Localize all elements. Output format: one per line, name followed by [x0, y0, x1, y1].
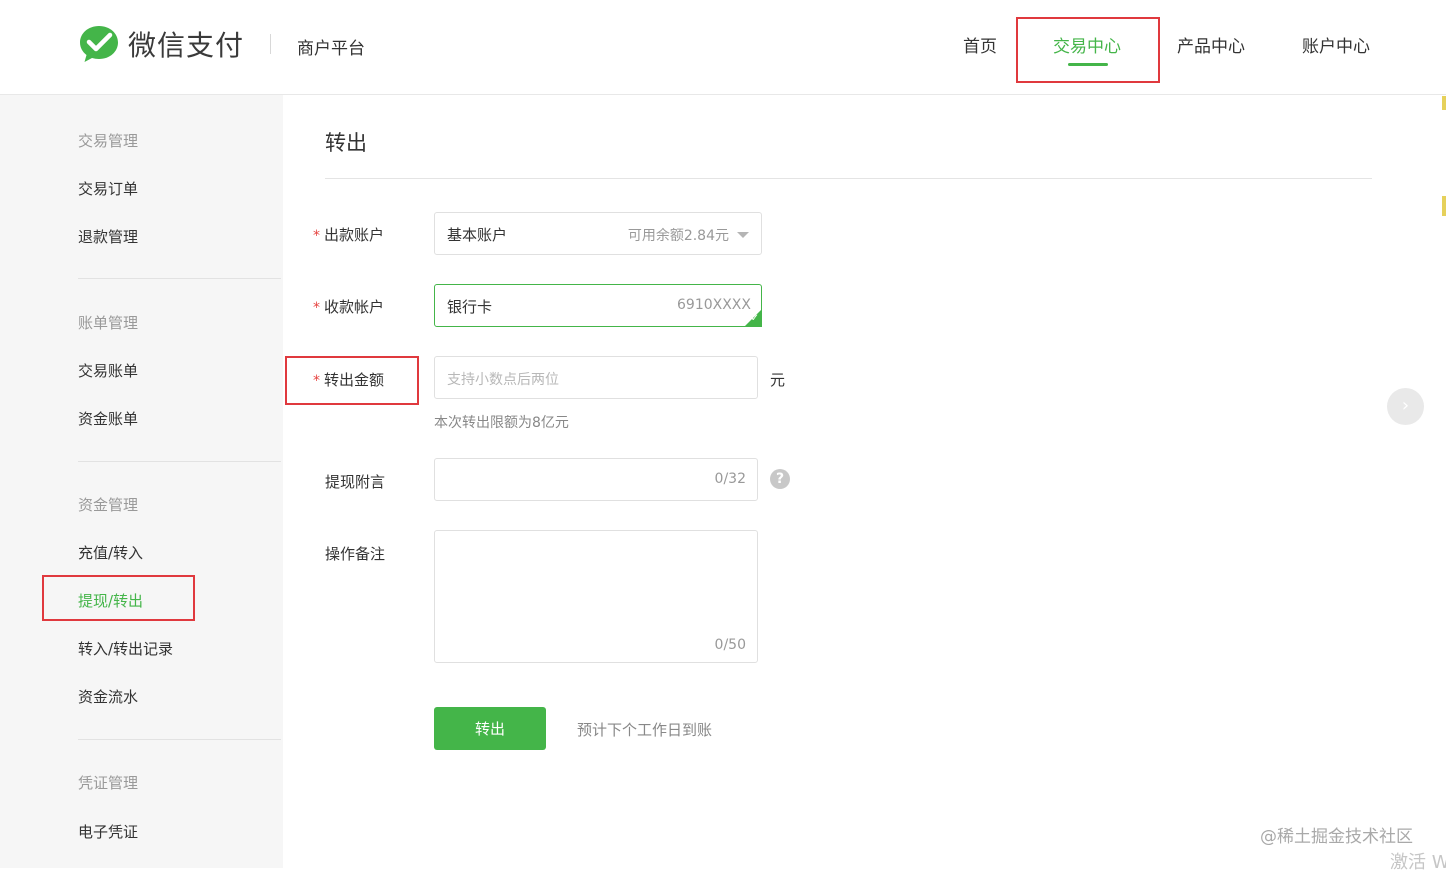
- from-account-label: * 出款账户: [313, 226, 385, 244]
- sidebar-item-trade-bills[interactable]: 交易账单: [78, 360, 138, 381]
- submit-transfer-button[interactable]: 转出: [434, 707, 546, 750]
- sidebar-item-transfer-records[interactable]: 转入/转出记录: [78, 638, 173, 659]
- help-icon[interactable]: ?: [770, 469, 790, 489]
- sidebar-group-funds: 资金管理: [78, 496, 139, 514]
- memo-counter: 0/50: [714, 637, 746, 653]
- activate-windows-text: 激活 W: [1390, 852, 1446, 873]
- remark-counter: 0/32: [714, 471, 746, 487]
- platform-label: 商户平台: [297, 39, 365, 59]
- from-account-value: 基本账户: [447, 226, 508, 244]
- arrival-note: 预计下个工作日到账: [577, 721, 713, 739]
- memo-label: 操作备注: [325, 545, 386, 563]
- memo-textarea[interactable]: 0/50: [434, 530, 758, 663]
- amount-placeholder: 支持小数点后两位: [447, 372, 559, 388]
- nav-product-center[interactable]: 产品中心: [1177, 32, 1245, 57]
- to-account-value: 银行卡: [447, 298, 493, 316]
- edge-marker: [1442, 196, 1446, 216]
- brand-name: 微信支付: [128, 29, 245, 62]
- required-mark: *: [313, 300, 320, 316]
- bank-card-number: 6910XXXX: [677, 297, 751, 313]
- wechat-pay-logo-icon: [80, 26, 118, 62]
- chevron-down-icon: [737, 232, 749, 238]
- check-icon: ✓: [750, 313, 759, 324]
- sidebar: [0, 95, 283, 868]
- sidebar-item-trade-orders[interactable]: 交易订单: [78, 178, 138, 199]
- sidebar-item-recharge[interactable]: 充值/转入: [78, 542, 143, 563]
- sidebar-group-trade: 交易管理: [78, 132, 139, 150]
- amount-unit: 元: [770, 371, 786, 389]
- watermark: @稀土掘金技术社区: [1260, 827, 1413, 847]
- wechat-pay-logo[interactable]: 微信支付: [78, 24, 244, 64]
- nav-account-center[interactable]: 账户中心: [1302, 32, 1370, 57]
- header-divider: [270, 34, 271, 54]
- sidebar-divider: [78, 461, 281, 462]
- sidebar-group-vouchers: 凭证管理: [78, 774, 139, 792]
- sidebar-divider: [78, 739, 281, 740]
- annotation-box-nav: [1016, 17, 1160, 83]
- top-header: 微信支付 商户平台 首页 交易中心 产品中心 账户中心: [0, 0, 1446, 95]
- to-account-select[interactable]: 银行卡 6910XXXX ✓: [434, 284, 762, 327]
- nav-home[interactable]: 首页: [963, 32, 997, 57]
- available-balance: 可用余额2.84元: [627, 228, 729, 244]
- sidebar-item-fund-flow[interactable]: 资金流水: [78, 686, 138, 707]
- required-mark: *: [313, 228, 320, 244]
- annotation-box-amount: [285, 356, 419, 405]
- annotation-box-sidebar: [42, 575, 195, 621]
- from-account-select[interactable]: 基本账户 可用余额2.84元: [434, 212, 762, 255]
- page-title: 转出: [325, 131, 367, 155]
- sidebar-divider: [78, 278, 281, 279]
- edge-marker: [1442, 96, 1446, 110]
- to-account-label: * 收款帐户: [313, 298, 385, 316]
- remark-label: 提现附言: [325, 473, 386, 491]
- remark-input[interactable]: 0/32: [434, 458, 758, 501]
- sidebar-group-bills: 账单管理: [78, 314, 139, 332]
- sidebar-item-e-vouchers[interactable]: 电子凭证: [78, 821, 138, 842]
- amount-limit-note: 本次转出限额为8亿元: [434, 415, 569, 431]
- chevron-right-icon[interactable]: ›: [1387, 388, 1424, 425]
- amount-input[interactable]: 支持小数点后两位: [434, 356, 758, 399]
- sidebar-item-refunds[interactable]: 退款管理: [78, 226, 138, 247]
- sidebar-item-fund-bills[interactable]: 资金账单: [78, 408, 138, 429]
- title-divider: [325, 178, 1372, 179]
